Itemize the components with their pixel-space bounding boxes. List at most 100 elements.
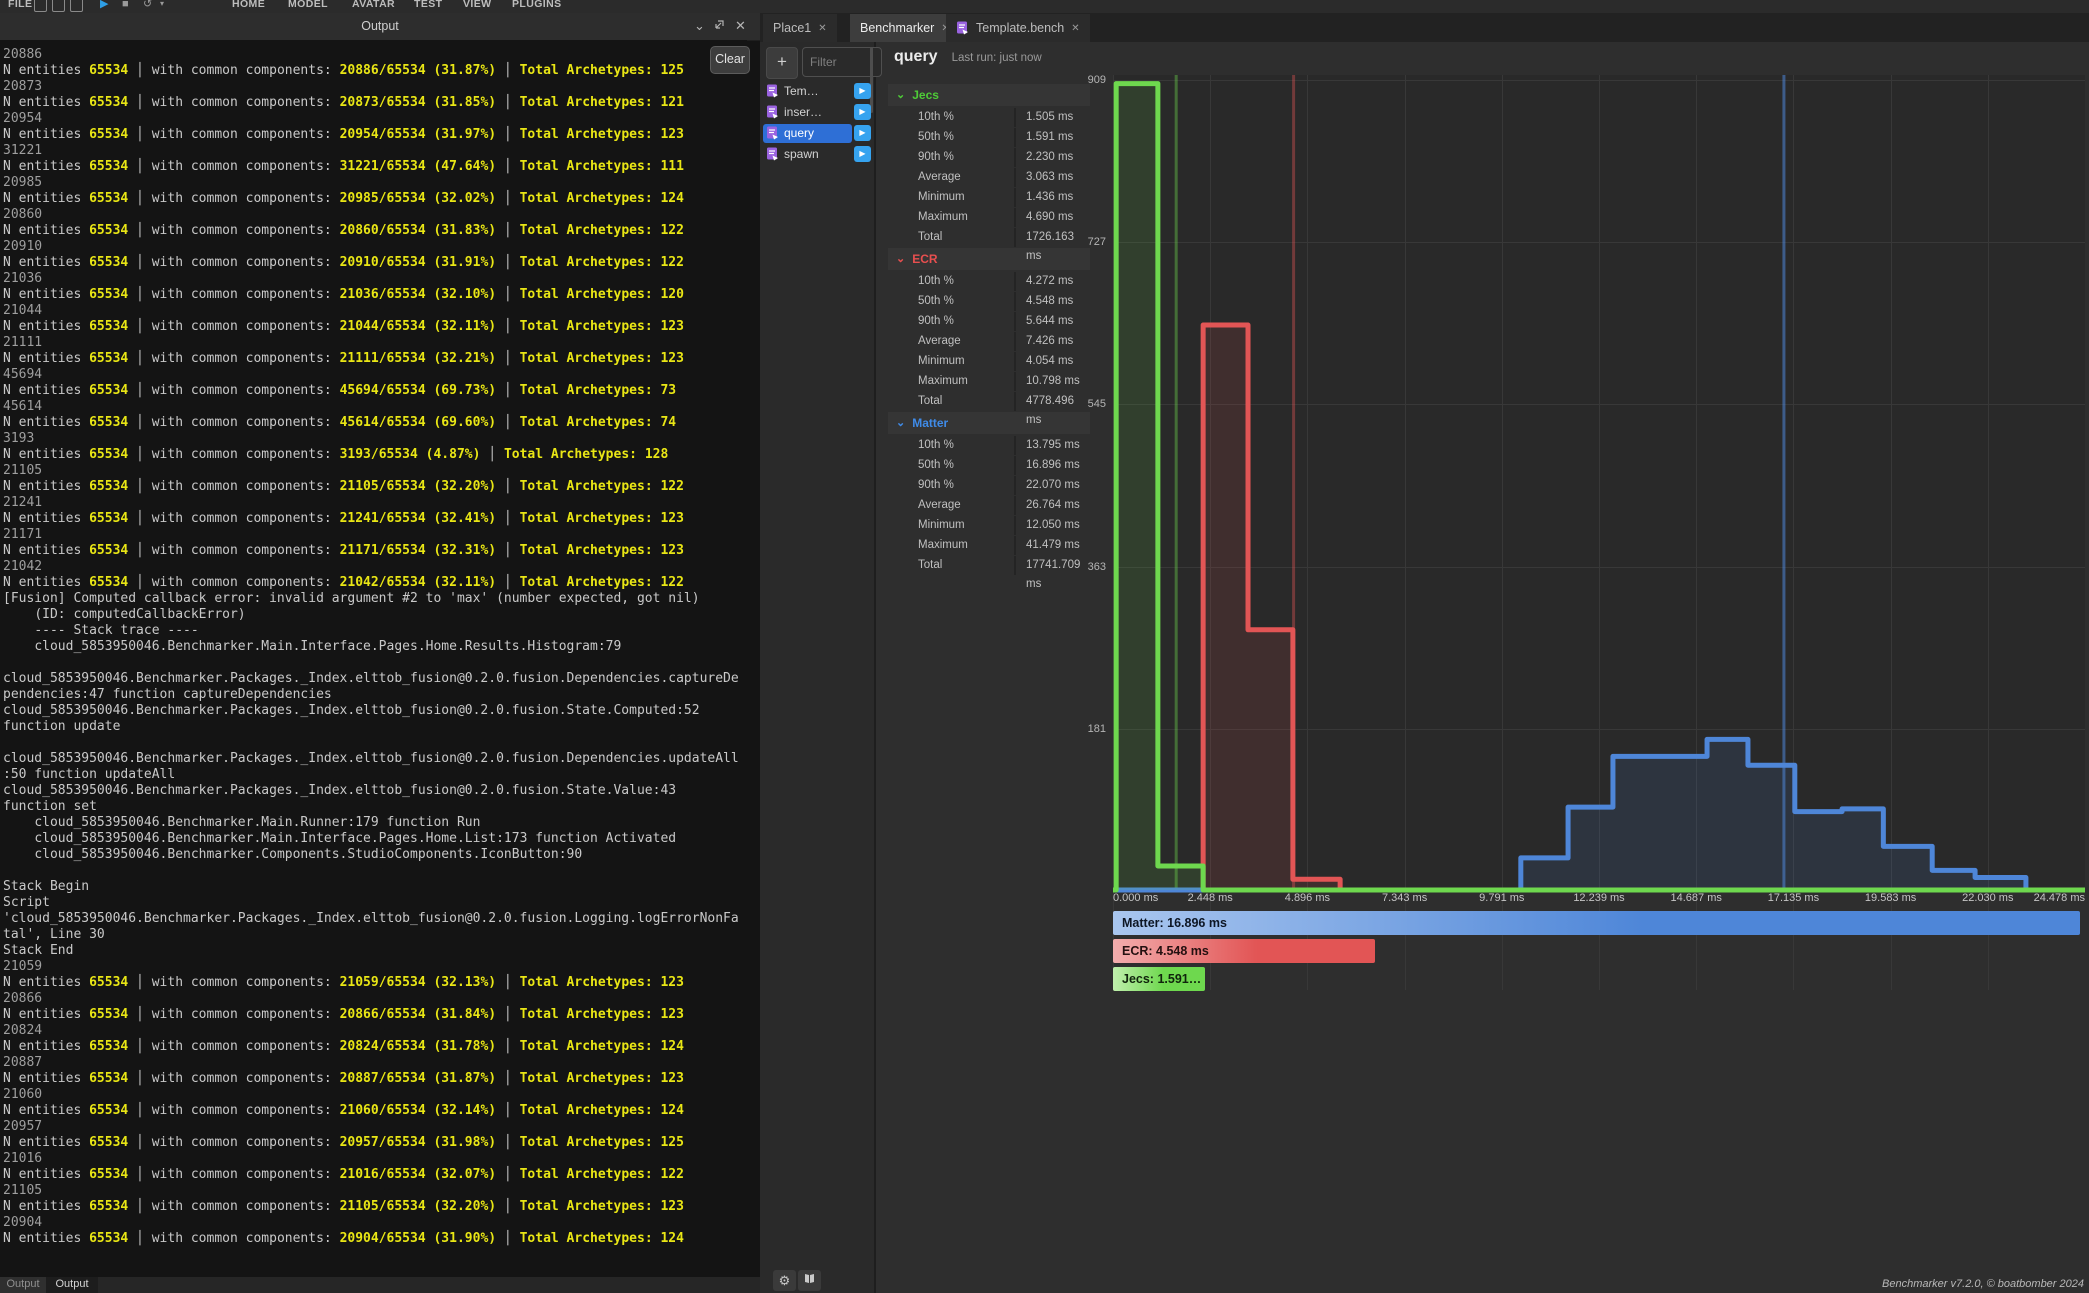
- console-line: cloud_5853950046.Benchmarker.Main.Interf…: [3, 831, 739, 847]
- x-axis-label: 0.000 ms: [1113, 892, 1158, 904]
- benchmark-item-main[interactable]: spawn: [763, 145, 852, 164]
- stat-label: 90th %: [888, 148, 1014, 167]
- output-console[interactable]: 20886N entities 65534 │ with common comp…: [0, 40, 747, 1283]
- stat-value: 41.479 ms: [1014, 536, 1090, 555]
- console-line: 21111: [3, 335, 739, 351]
- panel-float-icon[interactable]: [714, 13, 725, 40]
- console-line: N entities 65534 │ with common component…: [3, 447, 739, 463]
- console-line: N entities 65534 │ with common component…: [3, 1135, 739, 1151]
- docs-button[interactable]: [798, 1270, 821, 1291]
- menu-item-file[interactable]: FILE: [8, 0, 32, 13]
- menu-item-model[interactable]: MODEL: [288, 0, 328, 13]
- stat-label: 10th %: [888, 108, 1014, 127]
- stats-panel: ⌄Jecs10th %1.505 ms50th %1.591 ms90th %2…: [888, 84, 1090, 576]
- benchmark-item-main[interactable]: Tem…: [763, 82, 852, 101]
- console-line: ---- Stack trace ----: [3, 623, 739, 639]
- console-line: [3, 863, 739, 879]
- run-benchmark-button[interactable]: ▶: [854, 146, 871, 162]
- section-header-matter[interactable]: ⌄Matter: [888, 412, 1090, 434]
- benchmark-item-inser[interactable]: inser…▶: [763, 102, 871, 122]
- panel-close-icon[interactable]: ✕: [735, 13, 746, 40]
- play-icon[interactable]: ▶: [100, 0, 108, 13]
- bottom-tab-output-2[interactable]: Output: [46, 1277, 98, 1293]
- console-line: [3, 655, 739, 671]
- menu-item-view[interactable]: VIEW: [463, 0, 491, 13]
- menu-item-home[interactable]: HOME: [232, 0, 265, 13]
- console-line: N entities 65534 │ with common component…: [3, 63, 739, 79]
- output-panel-title: Output: [0, 13, 760, 40]
- open-icon[interactable]: [52, 0, 65, 12]
- stat-value: 4.690 ms: [1014, 208, 1090, 227]
- legend-ecr: ECR: 4.548 ms: [1113, 939, 1375, 963]
- tab-close-icon[interactable]: ✕: [1071, 23, 1079, 34]
- tab-label: Place1: [773, 21, 811, 35]
- run-benchmark-button[interactable]: ▶: [854, 125, 871, 141]
- menu-item-plugins[interactable]: PLUGINS: [512, 0, 561, 13]
- console-line: 3193: [3, 431, 739, 447]
- console-line: cloud_5853950046.Benchmarker.Main.Runner…: [3, 815, 739, 831]
- benchmark-item-Tem[interactable]: Tem…▶: [763, 81, 871, 101]
- save-icon[interactable]: [70, 0, 83, 12]
- stat-row: Maximum10.798 ms: [888, 372, 1090, 391]
- console-line: cloud_5853950046.Benchmarker.Packages._I…: [3, 671, 739, 703]
- console-line: N entities 65534 │ with common component…: [3, 1231, 739, 1247]
- benchmark-item-main[interactable]: inser…: [763, 103, 852, 122]
- console-line: 21016: [3, 1151, 739, 1167]
- undo-icon[interactable]: ↺: [143, 0, 152, 13]
- benchmark-item-spawn[interactable]: spawn▶: [763, 144, 871, 164]
- stat-row: 90th %2.230 ms: [888, 148, 1090, 167]
- tab-place1[interactable]: Place1 ✕: [763, 14, 837, 42]
- console-line: cloud_5853950046.Benchmarker.Packages._I…: [3, 751, 739, 783]
- histogram-chart[interactable]: [1113, 75, 2085, 990]
- clear-button[interactable]: Clear: [710, 46, 750, 74]
- run-benchmark-button[interactable]: ▶: [854, 83, 871, 99]
- console-line: [Fusion] Computed callback error: invali…: [3, 591, 739, 607]
- menu-item-avatar[interactable]: AVATAR: [352, 0, 395, 13]
- stat-label: Total: [888, 392, 1014, 411]
- stat-value: 13.795 ms: [1014, 436, 1090, 455]
- section-header-ecr[interactable]: ⌄ECR: [888, 248, 1090, 270]
- console-line: 21060: [3, 1087, 739, 1103]
- console-line: 21059: [3, 959, 739, 975]
- new-file-icon[interactable]: [34, 0, 47, 12]
- settings-button[interactable]: ⚙: [773, 1270, 796, 1291]
- console-line: cloud_5853950046.Benchmarker.Main.Interf…: [3, 639, 739, 655]
- bottom-tab-output-1[interactable]: Output: [0, 1277, 46, 1293]
- section-name: ECR: [912, 252, 937, 266]
- section-header-jecs[interactable]: ⌄Jecs: [888, 84, 1090, 106]
- console-line: N entities 65534 │ with common component…: [3, 415, 739, 431]
- stat-value: 10.798 ms: [1014, 372, 1090, 391]
- panel-chevron-down-icon[interactable]: ⌄: [694, 13, 705, 40]
- stat-value: 22.070 ms: [1014, 476, 1090, 495]
- stop-icon[interactable]: ■: [122, 0, 129, 13]
- stat-row: 50th %16.896 ms: [888, 456, 1090, 475]
- tab-benchmarker[interactable]: Benchmarker✕: [850, 14, 960, 42]
- legend-label: Jecs: 1.591…: [1113, 972, 1201, 986]
- x-axis-label: 4.896 ms: [1285, 892, 1330, 904]
- console-line: 20910: [3, 239, 739, 255]
- stat-row: Maximum41.479 ms: [888, 536, 1090, 555]
- add-benchmark-button[interactable]: +: [766, 47, 798, 79]
- console-line: N entities 65534 │ with common component…: [3, 975, 739, 991]
- console-line: N entities 65534 │ with common component…: [3, 383, 739, 399]
- tab-template-bench[interactable]: Template.bench ✕: [946, 14, 1090, 42]
- benchmark-item-query[interactable]: query▶: [763, 123, 871, 143]
- tab-label: Template.bench: [976, 21, 1064, 35]
- x-axis-label: 9.791 ms: [1479, 892, 1524, 904]
- section-name: Jecs: [912, 88, 939, 102]
- results-header: query Last run: just now: [894, 48, 1042, 66]
- chevron-down-icon[interactable]: ▾: [160, 0, 164, 13]
- stat-row: 50th %4.548 ms: [888, 292, 1090, 311]
- benchmark-item-main[interactable]: query: [763, 124, 852, 143]
- tab-label: Benchmarker: [860, 21, 934, 35]
- console-line: 20860: [3, 207, 739, 223]
- console-line: 20873: [3, 79, 739, 95]
- console-line: cloud_5853950046.Benchmarker.Packages._I…: [3, 783, 739, 815]
- menu-item-test[interactable]: TEST: [414, 0, 442, 13]
- console-line: Stack End: [3, 943, 739, 959]
- script-icon: [766, 126, 779, 140]
- benchmark-title: query: [894, 48, 938, 66]
- stat-row: Average3.063 ms: [888, 168, 1090, 187]
- tab-close-icon[interactable]: ✕: [818, 23, 826, 34]
- run-benchmark-button[interactable]: ▶: [854, 104, 871, 120]
